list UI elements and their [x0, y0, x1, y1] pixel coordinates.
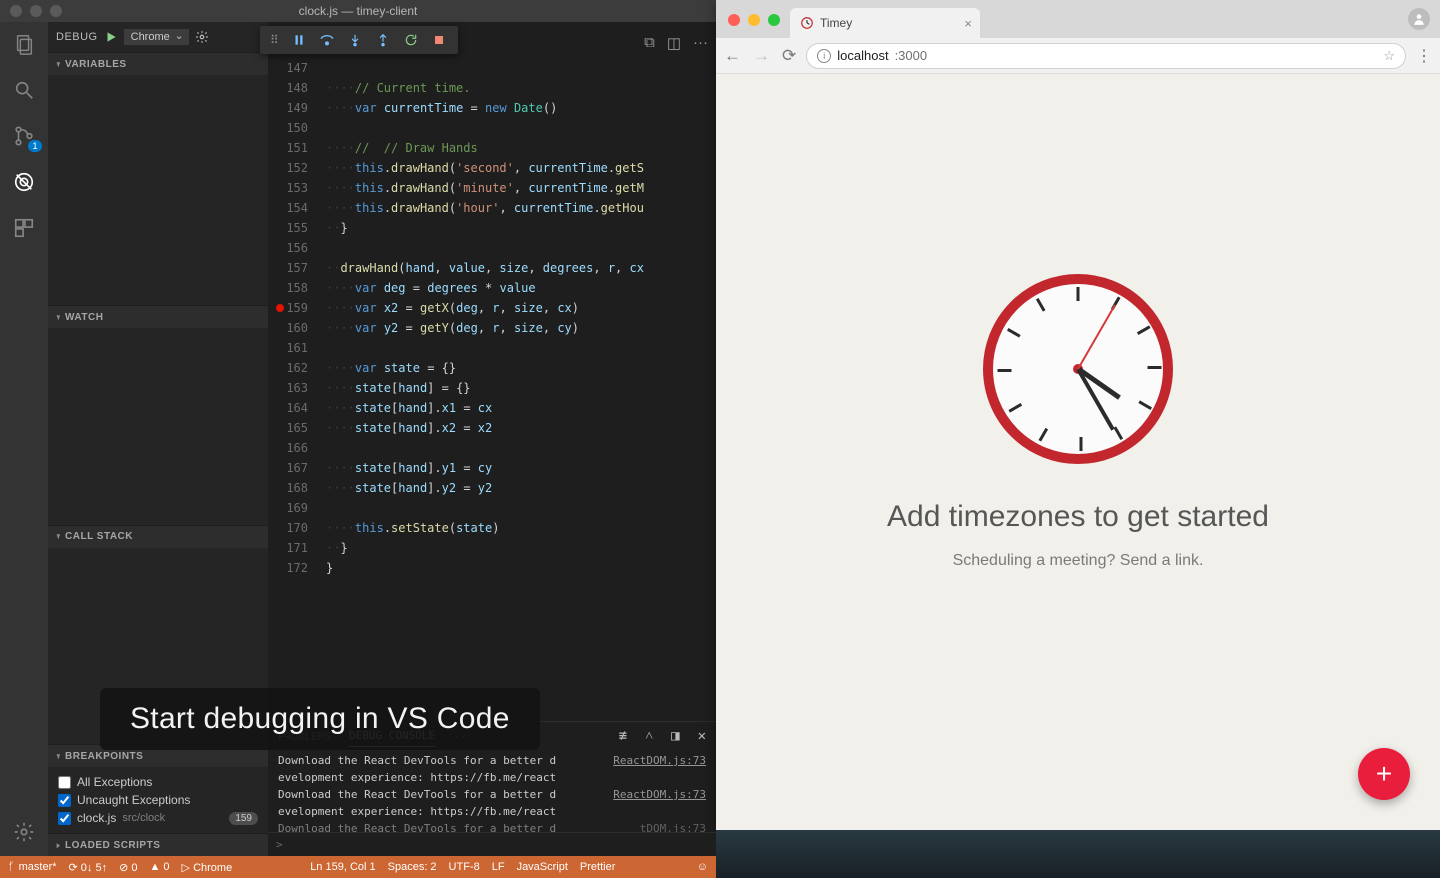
breakpoints-section: ▾BREAKPOINTS All ExceptionsUncaught Exce…	[48, 744, 268, 833]
url-path: :3000	[895, 48, 928, 63]
url-host: localhost	[837, 48, 888, 63]
bookmark-icon[interactable]: ☆	[1383, 48, 1395, 64]
console-input[interactable]: >	[268, 832, 716, 856]
variables-section: ▾VARIABLES	[48, 52, 268, 305]
editor-actions: ⧉ ◫ ···	[644, 34, 708, 52]
close-panel-icon[interactable]: ✕	[698, 728, 706, 744]
debug-toolbar[interactable]: ⠿	[260, 26, 458, 54]
panel-layout-icon[interactable]: ◨	[671, 728, 679, 744]
indent[interactable]: Spaces: 2	[388, 861, 437, 873]
git-sync[interactable]: ⟳ 0↓ 5↑	[69, 861, 108, 874]
window-title: clock.js — timey-client	[0, 4, 716, 18]
watch-section: ▾WATCH	[48, 305, 268, 525]
activity-bar: 1	[0, 22, 48, 856]
address-bar[interactable]: i localhost :3000 ☆	[806, 43, 1406, 69]
collapse-icon[interactable]: ˄	[645, 728, 653, 745]
eol[interactable]: LF	[492, 861, 505, 873]
drag-handle-icon[interactable]: ⠿	[270, 33, 280, 47]
step-out-icon[interactable]	[374, 31, 392, 49]
warnings-count[interactable]: ▲ 0	[149, 861, 169, 873]
chrome-menu-icon[interactable]: ⋮	[1416, 46, 1432, 66]
callstack-header[interactable]: ▾CALL STACK	[48, 526, 268, 548]
more-actions-icon[interactable]: ···	[693, 34, 708, 52]
page-content: Add timezones to get started Scheduling …	[716, 74, 1440, 830]
explorer-icon[interactable]	[10, 30, 38, 58]
loaded-scripts-section: ▸LOADED SCRIPTS	[48, 833, 268, 856]
debug-header: DEBUG Chrome	[48, 22, 268, 52]
pause-icon[interactable]	[290, 31, 308, 49]
git-branch[interactable]: ᚶ master*	[8, 861, 57, 873]
console-output[interactable]: Download the React DevTools for a better…	[268, 750, 716, 832]
desktop-background	[716, 830, 1440, 878]
stop-icon[interactable]	[430, 31, 448, 49]
debug-icon[interactable]	[10, 168, 38, 196]
language-mode[interactable]: JavaScript	[517, 861, 568, 873]
tab-favicon-clock-icon	[800, 16, 814, 30]
status-bar: ᚶ master* ⟳ 0↓ 5↑ ⊘ 0 ▲ 0 ▷ Chrome Ln 15…	[0, 856, 716, 878]
add-fab-button[interactable]: +	[1358, 748, 1410, 800]
forward-icon[interactable]: →	[753, 46, 770, 66]
variables-header[interactable]: ▾VARIABLES	[48, 53, 268, 75]
debug-settings-icon[interactable]	[195, 30, 209, 44]
encoding[interactable]: UTF-8	[449, 861, 480, 873]
breakpoint-checkbox[interactable]	[58, 812, 71, 825]
split-editor-icon[interactable]: ◫	[667, 34, 681, 52]
window-controls[interactable]	[0, 5, 62, 17]
code-editor[interactable]: 1471481491501511521531541551561571581591…	[268, 22, 716, 721]
clock-illustration	[983, 274, 1173, 464]
step-into-icon[interactable]	[346, 31, 364, 49]
back-icon[interactable]: ←	[724, 46, 741, 66]
debug-target[interactable]: ▷ Chrome	[182, 861, 233, 874]
breakpoint-row[interactable]: clock.jssrc/clock159	[58, 809, 258, 827]
page-heading: Add timezones to get started	[887, 500, 1269, 534]
tutorial-caption: Start debugging in VS Code	[100, 688, 540, 750]
chrome-window-controls[interactable]	[716, 14, 790, 38]
clear-console-icon[interactable]: ≢	[619, 728, 627, 744]
errors-count[interactable]: ⊘ 0	[119, 861, 137, 874]
chrome-tabstrip: Timey ×	[716, 0, 1440, 38]
vscode-titlebar: clock.js — timey-client	[0, 0, 716, 22]
close-tab-icon[interactable]: ×	[964, 16, 972, 31]
start-debug-icon[interactable]	[104, 30, 118, 44]
settings-icon[interactable]	[10, 818, 38, 846]
loaded-scripts-header[interactable]: ▸LOADED SCRIPTS	[48, 834, 268, 856]
breakpoint-checkbox[interactable]	[58, 794, 71, 807]
extensions-icon[interactable]	[10, 214, 38, 242]
reload-icon[interactable]: ⟳	[782, 46, 796, 66]
profile-icon[interactable]	[1408, 8, 1430, 30]
breakpoint-row[interactable]: All Exceptions	[58, 773, 258, 791]
page-subtitle: Scheduling a meeting? Send a link.	[953, 552, 1204, 570]
cursor-position[interactable]: Ln 159, Col 1	[310, 861, 375, 873]
search-icon[interactable]	[10, 76, 38, 104]
restart-icon[interactable]	[402, 31, 420, 49]
step-over-icon[interactable]	[318, 31, 336, 49]
prettier-status[interactable]: Prettier	[580, 861, 615, 873]
run-config-select[interactable]: Chrome	[124, 29, 189, 45]
open-changes-icon[interactable]: ⧉	[644, 34, 655, 52]
chrome-toolbar: ← → ⟳ i localhost :3000 ☆ ⋮	[716, 38, 1440, 74]
scm-icon[interactable]: 1	[10, 122, 38, 150]
site-info-icon[interactable]: i	[817, 49, 831, 63]
chrome-tab[interactable]: Timey ×	[790, 8, 980, 38]
watch-header[interactable]: ▾WATCH	[48, 306, 268, 328]
tab-title: Timey	[820, 16, 852, 30]
feedback-icon[interactable]: ☺	[697, 861, 708, 873]
breakpoint-row[interactable]: Uncaught Exceptions	[58, 791, 258, 809]
breakpoint-checkbox[interactable]	[58, 776, 71, 789]
chrome-window: Timey × ← → ⟳ i localhost :3000 ☆ ⋮ Add t…	[716, 0, 1440, 830]
